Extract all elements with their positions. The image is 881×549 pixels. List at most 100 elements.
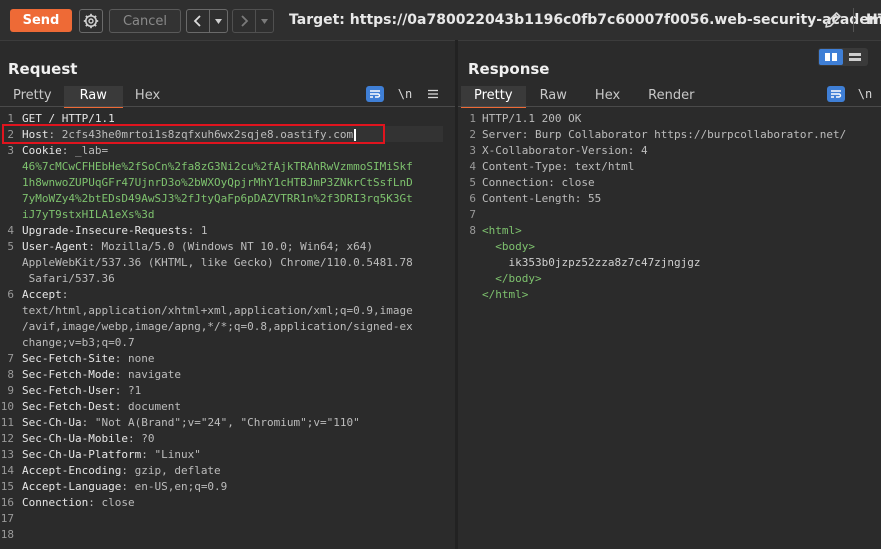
wrap-toggle-icon xyxy=(370,90,381,98)
header-value: : "Not A(Brand";v="24", "Chromium";v="11… xyxy=(81,416,360,429)
response-header-line: Connection: close xyxy=(482,176,595,189)
forward-button[interactable] xyxy=(233,10,256,32)
request-line: Sec-Fetch-User: ?1 xyxy=(22,384,141,397)
request-line: Sec-Ch-Ua-Mobile: ?0 xyxy=(22,432,154,445)
request-line: 7yMoWZy4%2btEDsD49AwSJ3%2fJtyQaFp6pDAZVT… xyxy=(22,192,413,205)
line-number: 8 xyxy=(7,368,14,381)
request-menu-button[interactable] xyxy=(425,86,441,102)
toolbar-divider xyxy=(853,8,854,32)
rows-icon xyxy=(849,53,861,61)
gear-icon xyxy=(83,13,99,29)
request-line: Sec-Ch-Ua-Platform: "Linux" xyxy=(22,448,201,461)
top-toolbar: Send Cancel Target: https://0a780022043b… xyxy=(0,0,881,40)
response-header-line: Content-Type: text/html xyxy=(482,160,635,173)
header-name: Accept-Language xyxy=(22,480,122,493)
line-number: 17 xyxy=(0,512,14,525)
header-value: 1h8wnwoZUPUqGFr47UjnrD3o%2bWXOyQpjrMhY1c… xyxy=(22,176,413,189)
chevron-down-icon xyxy=(261,18,268,24)
tab-pretty[interactable]: Pretty xyxy=(461,86,526,108)
tab-hex[interactable]: Hex xyxy=(581,86,634,106)
pencil-icon xyxy=(825,12,841,28)
request-line: Accept-Language: en-US,en;q=0.9 xyxy=(22,480,227,493)
response-title: Response xyxy=(468,60,550,78)
line-number: 8 xyxy=(469,224,476,237)
header-name: Sec-Fetch-Site xyxy=(22,352,115,365)
back-button[interactable] xyxy=(187,10,210,32)
layout-stacked-button[interactable] xyxy=(843,49,867,65)
request-newline-toggle[interactable]: \n xyxy=(395,86,415,102)
response-tabs: Pretty Raw Hex Render xyxy=(461,86,708,108)
target-url[interactable]: Target: https://0a780022043b1196c0fb7c60… xyxy=(289,12,881,28)
header-name: Upgrade-Insecure-Requests xyxy=(22,224,188,237)
line-number: 5 xyxy=(469,176,476,189)
header-value: 7yMoWZy4%2btEDsD49AwSJ3%2fJtyQaFp6pDAZVT… xyxy=(22,192,413,205)
header-name: Sec-Fetch-User xyxy=(22,384,115,397)
header-name: Sec-Fetch-Dest xyxy=(22,400,115,413)
response-tabs-border xyxy=(458,106,881,107)
header-name: User-Agent xyxy=(22,240,89,253)
request-line: Accept-Encoding: gzip, deflate xyxy=(22,464,221,477)
tab-hex[interactable]: Hex xyxy=(123,86,172,106)
request-line: /avif,image/webp,image/apng,*/*;q=0.8,ap… xyxy=(22,320,413,333)
edit-target-button[interactable] xyxy=(822,9,844,31)
back-history-dropdown[interactable] xyxy=(210,10,227,32)
request-line: 1h8wnwoZUPUqGFr47UjnrD3o%2bWXOyQpjrMhY1c… xyxy=(22,176,413,189)
wrap-toggle-icon xyxy=(831,90,842,98)
header-value: : _lab= xyxy=(61,144,109,157)
tab-raw[interactable]: Raw xyxy=(526,86,581,106)
header-value: change;v=b3;q=0.7 xyxy=(22,336,135,349)
header-value: : close xyxy=(88,496,135,509)
tab-render[interactable]: Render xyxy=(634,86,708,106)
line-number: 14 xyxy=(0,464,14,477)
response-newline-toggle[interactable]: \n xyxy=(856,86,874,102)
header-value: : ?1 xyxy=(114,384,142,397)
line-number: 6 xyxy=(469,192,476,205)
request-line: Sec-Ch-Ua: "Not A(Brand";v="24", "Chromi… xyxy=(22,416,360,429)
request-line: Sec-Fetch-Mode: navigate xyxy=(22,368,181,381)
header-value: : 1 xyxy=(187,224,208,237)
request-tabs: Pretty Raw Hex xyxy=(1,86,172,108)
settings-button[interactable] xyxy=(79,9,103,33)
request-title: Request xyxy=(8,60,78,78)
request-line: Upgrade-Insecure-Requests: 1 xyxy=(22,224,207,237)
header-value: : navigate xyxy=(114,368,181,381)
layout-side-by-side-button[interactable] xyxy=(819,49,843,65)
forward-history-dropdown[interactable] xyxy=(256,10,273,32)
line-number: 13 xyxy=(0,448,14,461)
tab-pretty[interactable]: Pretty xyxy=(1,86,64,106)
cancel-button[interactable]: Cancel xyxy=(109,9,181,33)
header-name: Accept-Encoding xyxy=(22,464,122,477)
header-value: : xyxy=(61,288,69,301)
tab-raw[interactable]: Raw xyxy=(63,86,123,108)
html-body-line: </html> xyxy=(482,288,529,301)
http-version-label[interactable]: HT xyxy=(866,12,881,28)
header-name: Sec-Ch-Ua-Mobile xyxy=(22,432,128,445)
line-number: 18 xyxy=(0,528,14,541)
request-line: change;v=b3;q=0.7 xyxy=(22,336,135,349)
back-nav-group xyxy=(186,9,228,33)
response-wrap-toggle[interactable] xyxy=(827,86,845,102)
send-button[interactable]: Send xyxy=(10,9,72,32)
html-body-line: </body> xyxy=(482,272,542,285)
header-value: : document xyxy=(114,400,181,413)
header-name: Accept xyxy=(22,288,62,301)
response-header-line: HTTP/1.1 200 OK xyxy=(482,112,582,125)
html-body-line: ik353b0jzpz52zza8z7c47zjngjgz xyxy=(482,256,701,269)
menu-icon xyxy=(428,89,438,99)
request-line: 46%7cMCwCFHEbHe%2fSoCn%2fa8zG3Ni2cu%2fAj… xyxy=(22,160,413,173)
pane-splitter[interactable] xyxy=(455,40,458,549)
header-value: : ?0 xyxy=(127,432,155,445)
request-wrap-toggle[interactable] xyxy=(366,86,384,102)
html-body-line: <body> xyxy=(482,240,535,253)
html-body-line: <html> xyxy=(482,224,522,237)
header-value: /avif,image/webp,image/apng,*/*;q=0.8,ap… xyxy=(22,320,413,333)
header-name: Sec-Fetch-Mode xyxy=(22,368,115,381)
header-value: text/html,application/xhtml+xml,applicat… xyxy=(22,304,413,317)
header-value: : "Linux" xyxy=(141,448,201,461)
response-header-line: Content-Length: 55 xyxy=(482,192,602,205)
line-number: 3 xyxy=(7,144,14,157)
line-number: 1 xyxy=(469,112,476,125)
header-name: Sec-Ch-Ua xyxy=(22,416,82,429)
response-header-line: Server: Burp Collaborator https://burpco… xyxy=(482,128,847,141)
request-line: Connection: close xyxy=(22,496,135,509)
